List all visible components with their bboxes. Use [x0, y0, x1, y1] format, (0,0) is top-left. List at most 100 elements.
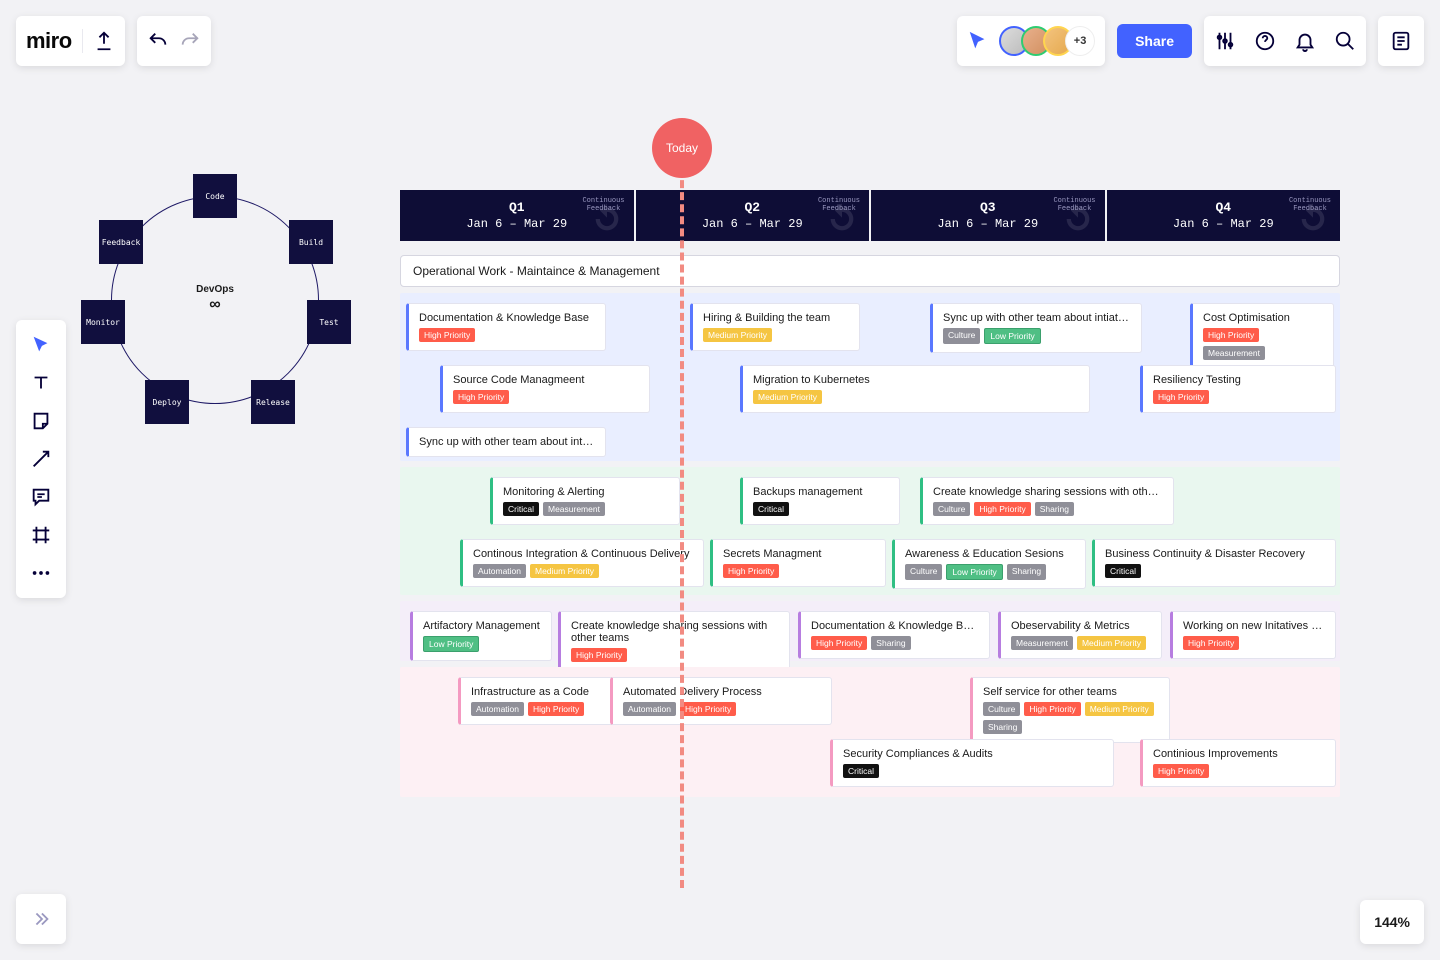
card-title: Cost Optimisation — [1203, 312, 1323, 324]
redo-icon[interactable] — [179, 30, 201, 52]
select-tool-icon[interactable] — [30, 334, 52, 356]
roadmap-card[interactable]: Security Compliances & Audits Critical — [830, 739, 1114, 787]
bell-icon[interactable] — [1294, 30, 1316, 52]
roadmap-card[interactable]: Working on new Initatives & Ideas High P… — [1170, 611, 1336, 659]
roadmap-card[interactable]: Documentation & Knowledge Base High Prio… — [798, 611, 990, 659]
tag: Culture — [933, 502, 970, 516]
tag: Measurement — [1011, 636, 1073, 650]
devops-node[interactable]: Test — [307, 300, 351, 344]
search-icon[interactable] — [1334, 30, 1356, 52]
notes-card — [1378, 16, 1424, 66]
devops-node[interactable]: Code — [193, 174, 237, 218]
roadmap-card[interactable]: Secrets Managment High Priority — [710, 539, 886, 587]
roadmap-card[interactable]: Create knowledge sharing sessions with o… — [558, 611, 790, 671]
text-tool-icon[interactable] — [30, 372, 52, 394]
tag: High Priority — [453, 390, 509, 404]
card-title: Artifactory Management — [423, 620, 541, 632]
separator — [82, 29, 83, 53]
quarter-header[interactable]: Q1 Jan 6 – Mar 29 Continuous Feedback — [400, 190, 634, 241]
avatars[interactable]: +3 — [999, 26, 1095, 56]
comment-icon[interactable] — [30, 486, 52, 508]
continuous-feedback-label: Continuous Feedback — [1288, 198, 1332, 213]
continuous-feedback-label: Continuous Feedback — [582, 198, 626, 213]
roadmap-card[interactable]: Business Continuity & Disaster Recovery … — [1092, 539, 1336, 587]
tag: High Priority — [419, 328, 475, 342]
expand-panel-button[interactable] — [16, 894, 66, 944]
roadmap-card[interactable]: Monitoring & Alerting CriticalMeasuremen… — [490, 477, 680, 525]
card-title: Sync up with other team about intiatives — [419, 436, 595, 448]
roadmap-card[interactable]: Continous Integration & Continuous Deliv… — [460, 539, 704, 587]
devops-node[interactable]: Release — [251, 380, 295, 424]
settings-icon[interactable] — [1214, 30, 1236, 52]
roadmap-card[interactable]: Continious Improvements High Priority — [1140, 739, 1336, 787]
roadmap-card[interactable]: Sync up with other team about intiatives — [406, 427, 606, 457]
roadmap-card[interactable]: Artifactory Management Low Priority — [410, 611, 552, 661]
undo-icon[interactable] — [147, 30, 169, 52]
export-icon[interactable] — [93, 30, 115, 52]
devops-node[interactable]: Build — [289, 220, 333, 264]
roadmap-card[interactable]: Backups management Critical — [740, 477, 900, 525]
canvas[interactable]: Today DevOps ∞ Code Build Test Release D… — [0, 0, 1440, 960]
quarter-header[interactable]: Q3 Jan 6 – Mar 29 Continuous Feedback — [871, 190, 1105, 241]
share-button[interactable]: Share — [1117, 24, 1192, 58]
card-title: Migration to Kubernetes — [753, 374, 1079, 386]
roadmap-card[interactable]: Resiliency Testing High Priority — [1140, 365, 1336, 413]
app-logo[interactable]: miro — [26, 28, 72, 54]
tag: Low Priority — [423, 636, 479, 652]
zoom-level[interactable]: 144% — [1360, 900, 1424, 944]
tag: Low Priority — [984, 328, 1040, 344]
tag: Culture — [983, 702, 1020, 716]
roadmap-card[interactable]: Awareness & Education Sesions CultureLow… — [892, 539, 1086, 589]
devops-node[interactable]: Monitor — [81, 300, 125, 344]
tag: High Priority — [680, 702, 736, 716]
tag: Sharing — [983, 720, 1022, 734]
roadmap-card[interactable]: Infrastructure as a Code AutomationHigh … — [458, 677, 620, 725]
frame-tool-icon[interactable] — [30, 524, 52, 546]
devops-diagram[interactable]: DevOps ∞ Code Build Test Release Deploy … — [85, 170, 345, 430]
lane-blue: Documentation & Knowledge Base High Prio… — [400, 293, 1340, 461]
tag: High Priority — [528, 702, 584, 716]
card-title: Backups management — [753, 486, 889, 498]
sticky-note-icon[interactable] — [30, 410, 52, 432]
roadmap-card[interactable]: Migration to Kubernetes Medium Priority — [740, 365, 1090, 413]
card-title: Continious Improvements — [1153, 748, 1325, 760]
card-title: Working on new Initatives & Ideas — [1183, 620, 1325, 632]
notes-icon[interactable] — [1390, 30, 1412, 52]
help-icon[interactable] — [1254, 30, 1276, 52]
tag: Critical — [503, 502, 539, 516]
more-tools-icon[interactable] — [30, 562, 52, 584]
devops-node[interactable]: Feedback — [99, 220, 143, 264]
roadmap-card[interactable]: Obeservability & Metrics MeasurementMedi… — [998, 611, 1162, 659]
operational-row[interactable]: Operational Work - Maintaince & Manageme… — [400, 255, 1340, 287]
quarter-header[interactable]: Q4 Jan 6 – Mar 29 Continuous Feedback — [1107, 190, 1341, 241]
roadmap-card[interactable]: Documentation & Knowledge Base High Prio… — [406, 303, 606, 351]
roadmap-board[interactable]: Q1 Jan 6 – Mar 29 Continuous Feedback Q2… — [400, 190, 1340, 797]
quarter-header[interactable]: Q2 Jan 6 – Mar 29 Continuous Feedback — [636, 190, 870, 241]
tag: Medium Priority — [1085, 702, 1154, 716]
tag: Low Priority — [946, 564, 1002, 580]
roadmap-card[interactable]: Sync up with other team about intiatives… — [930, 303, 1142, 353]
card-title: Self service for other teams — [983, 686, 1159, 698]
arrow-tool-icon[interactable] — [30, 448, 52, 470]
lane-pink: Infrastructure as a Code AutomationHigh … — [400, 667, 1340, 797]
roadmap-card[interactable]: Cost Optimisation High PriorityMeasureme… — [1190, 303, 1334, 369]
card-title: Continous Integration & Continuous Deliv… — [473, 548, 693, 560]
card-title: Monitoring & Alerting — [503, 486, 669, 498]
card-title: Create knowledge sharing sessions with o… — [571, 620, 779, 644]
cursor-icon[interactable] — [967, 30, 989, 52]
undo-redo-card — [137, 16, 211, 66]
topbar-right: +3 Share — [957, 16, 1424, 66]
tag: High Priority — [1183, 636, 1239, 650]
roadmap-card[interactable]: Hiring & Building the team Medium Priori… — [690, 303, 860, 351]
roadmap-card[interactable]: Automated Delivery Process AutomationHig… — [610, 677, 832, 725]
devops-node[interactable]: Deploy — [145, 380, 189, 424]
roadmap-card[interactable]: Source Code Managmeent High Priority — [440, 365, 650, 413]
today-line — [680, 168, 684, 888]
avatar-more[interactable]: +3 — [1065, 26, 1095, 56]
roadmap-card[interactable]: Self service for other teams Culture High… — [970, 677, 1170, 743]
tag: Automation — [473, 564, 526, 578]
roadmap-card[interactable]: Create knowledge sharing sessions with o… — [920, 477, 1174, 525]
tag: Sharing — [871, 636, 910, 650]
tag: High Priority — [1024, 702, 1080, 716]
tag: High Priority — [723, 564, 779, 578]
